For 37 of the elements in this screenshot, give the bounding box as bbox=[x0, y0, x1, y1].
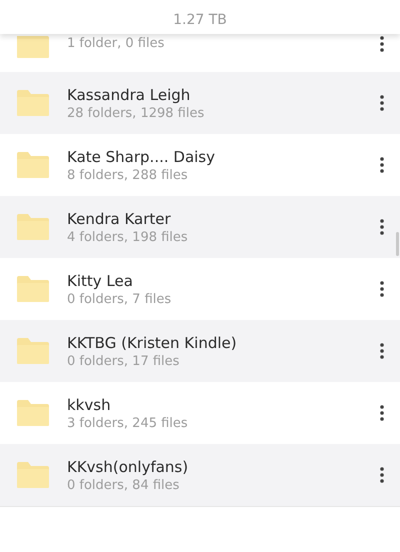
more-icon[interactable] bbox=[380, 219, 384, 235]
folder-row[interactable]: Kendra Karter 4 folders, 198 files bbox=[0, 196, 400, 258]
folder-info: 0 folders, 17 files bbox=[67, 354, 180, 368]
more-icon[interactable] bbox=[380, 405, 384, 421]
folder-name: Kassandra Leigh bbox=[67, 86, 192, 104]
scrollbar bbox=[396, 232, 399, 256]
folder-name: Kendra Karter bbox=[67, 210, 172, 228]
folder-icon bbox=[17, 214, 49, 240]
folder-row[interactable]: KKTBG (Kristen Kindle) 0 folders, 17 files bbox=[0, 320, 400, 382]
folder-icon bbox=[17, 90, 49, 116]
folder-row[interactable]: Kassandra Leigh 28 folders, 1298 files bbox=[0, 72, 400, 134]
more-icon[interactable] bbox=[380, 157, 384, 173]
folder-info: 3 folders, 245 files bbox=[67, 416, 189, 430]
folder-row[interactable]: KKvsh(onlyfans) 0 folders, 84 files bbox=[0, 444, 400, 506]
folder-info: 8 folders, 288 files bbox=[67, 168, 189, 182]
folder-name: Kate Sharp.... Daisy bbox=[67, 148, 216, 166]
folder-info: 28 folders, 1298 files bbox=[67, 106, 206, 120]
folder-info: 4 folders, 198 files bbox=[67, 230, 189, 244]
more-icon[interactable] bbox=[380, 95, 384, 111]
more-icon[interactable] bbox=[380, 36, 384, 52]
folder-info: 1 folder, 0 files bbox=[67, 36, 166, 51]
folder-name: KKTBG (Kristen Kindle) bbox=[67, 334, 238, 352]
folder-name: kkvsh bbox=[67, 396, 112, 414]
folder-icon bbox=[17, 462, 49, 488]
folder-icon bbox=[17, 36, 49, 58]
folder-name: KKvsh(onlyfans) bbox=[67, 458, 190, 476]
more-icon[interactable] bbox=[380, 281, 384, 297]
folder-icon bbox=[17, 338, 49, 364]
folder-icon bbox=[17, 400, 49, 426]
folder-icon bbox=[17, 276, 49, 302]
storage-size: 1.27 TB bbox=[173, 12, 227, 28]
folder-info: 0 folders, 7 files bbox=[67, 292, 172, 306]
more-icon[interactable] bbox=[380, 467, 384, 483]
folder-icon bbox=[17, 152, 49, 178]
folder-info: 0 folders, 84 files bbox=[67, 478, 180, 492]
folder-name: Kitty Lea bbox=[67, 272, 134, 290]
more-icon[interactable] bbox=[380, 343, 384, 359]
